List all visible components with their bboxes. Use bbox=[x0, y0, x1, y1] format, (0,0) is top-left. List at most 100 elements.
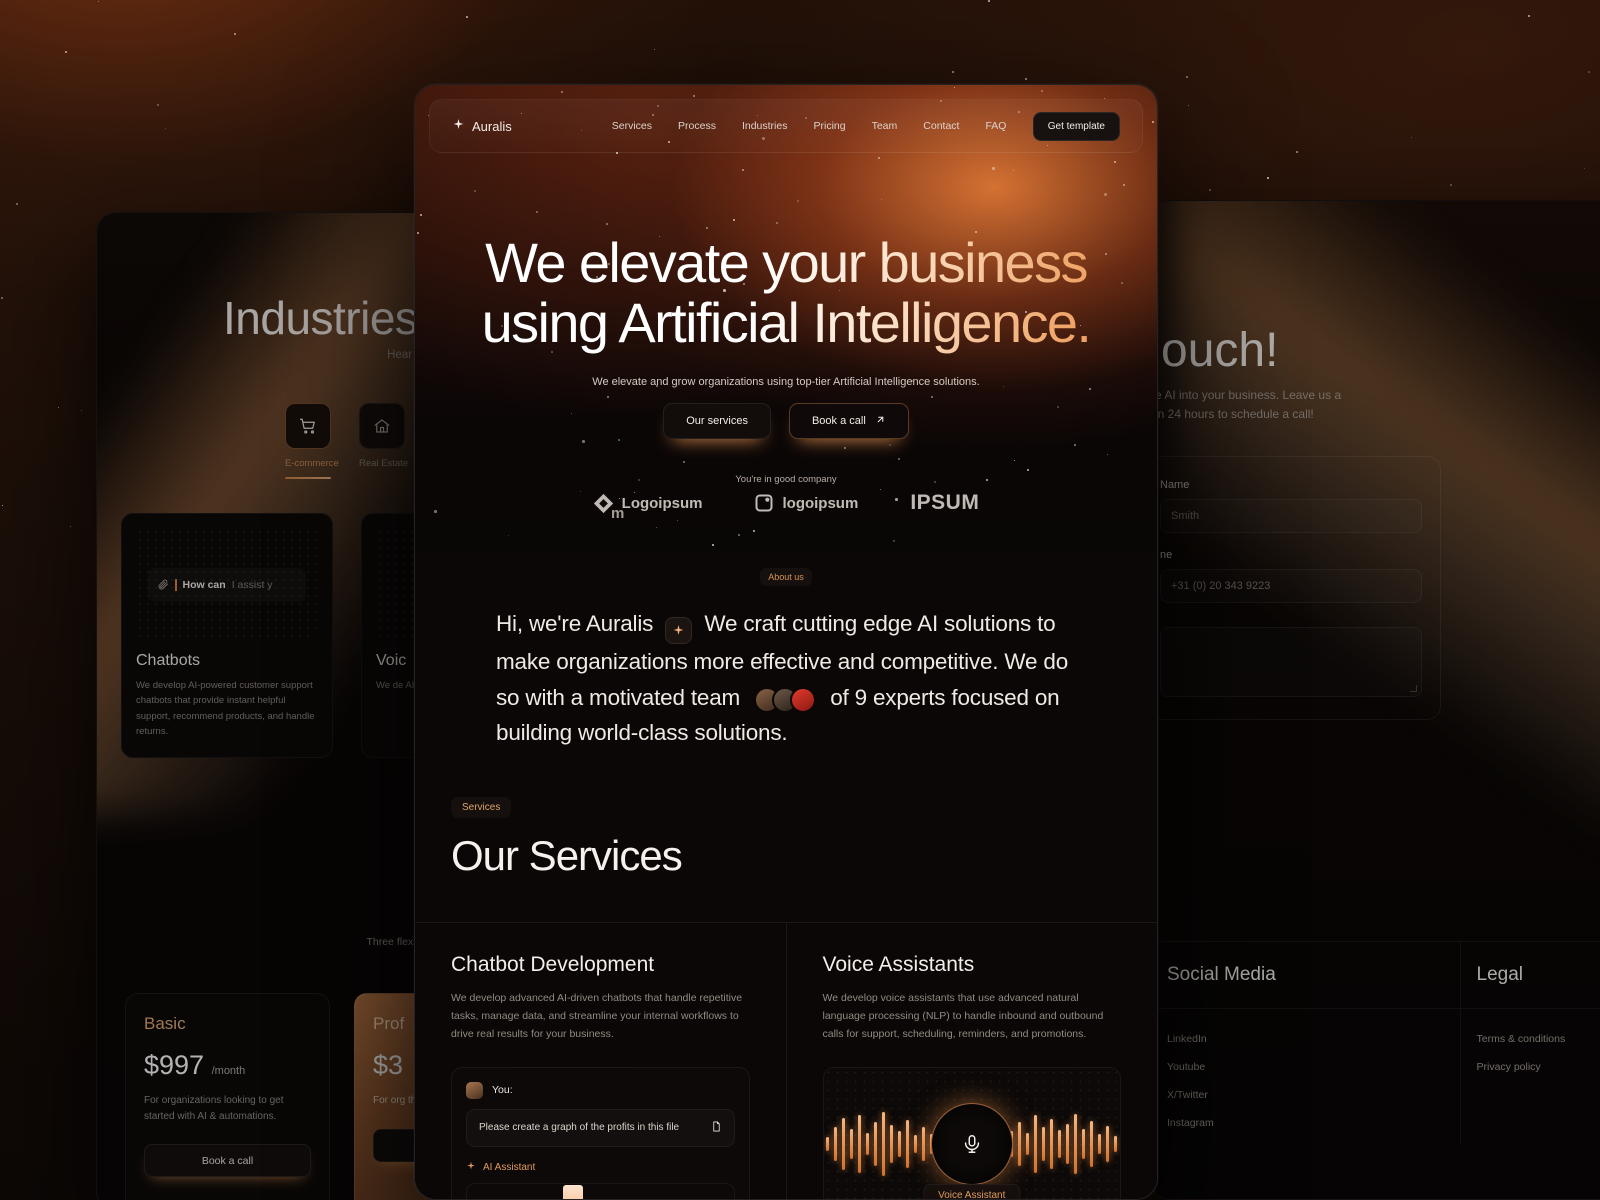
waveform-bar bbox=[1018, 1121, 1022, 1166]
footer-links-row: LinkedIn Youtube X/Twitter Instagram Ter… bbox=[1151, 1008, 1600, 1145]
waveform-bar bbox=[842, 1117, 846, 1170]
voice-assistant-label: Voice Assistant bbox=[923, 1183, 1021, 1199]
logo-label: IPSUM bbox=[910, 491, 980, 514]
footer-link-privacy[interactable]: Privacy policy bbox=[1477, 1061, 1600, 1073]
background-panel-contact: ouch! e AI into your business. Leave us … bbox=[1150, 200, 1600, 1200]
name-field[interactable]: Smith bbox=[1160, 499, 1422, 533]
hero-title-line-2: using Artificial Intelligence. bbox=[481, 291, 1091, 355]
footer-link-twitter[interactable]: X/Twitter bbox=[1167, 1089, 1444, 1101]
chat-ai-label: AI Assistant bbox=[483, 1161, 536, 1173]
nav-link-pricing[interactable]: Pricing bbox=[813, 120, 845, 132]
inactive-tab-underline bbox=[359, 469, 405, 471]
about-paragraph: Hi, we're Auralis We craft cutting edge … bbox=[496, 606, 1076, 751]
service-card-chatbot: Chatbot Development We develop advanced … bbox=[415, 922, 787, 1199]
diamond-logo-icon bbox=[593, 493, 613, 513]
waveform-bar bbox=[1082, 1128, 1086, 1159]
chat-user-row: You: bbox=[452, 1068, 749, 1099]
nav-link-team[interactable]: Team bbox=[872, 120, 898, 132]
waveform-bar bbox=[874, 1121, 878, 1166]
waveform-bar bbox=[834, 1126, 838, 1161]
brand-logo[interactable]: Auralis bbox=[452, 118, 512, 134]
contact-subtitle-line2: in 24 hours to schedule a call! bbox=[1155, 407, 1314, 422]
plan-name: Basic bbox=[144, 1014, 311, 1034]
waveform-bar bbox=[1090, 1120, 1094, 1167]
waveform-bar bbox=[866, 1132, 870, 1155]
book-a-call-button[interactable]: Book a call bbox=[144, 1144, 311, 1177]
industry-tab-label: E-commerce bbox=[285, 458, 339, 469]
our-services-label: Our services bbox=[686, 415, 748, 427]
service-card-voice: Voice Assistants We develop voice assist… bbox=[787, 923, 1158, 1199]
logo-logoipsum-square: logoipsum bbox=[754, 493, 858, 513]
our-services-button[interactable]: Our services bbox=[663, 403, 771, 439]
footer-link-youtube[interactable]: Youtube bbox=[1167, 1061, 1444, 1073]
profit-bar-chart bbox=[466, 1182, 735, 1199]
logo-cloud: Logoipsum logoipsum IPSUM bbox=[415, 491, 1157, 515]
shopping-cart-icon bbox=[285, 403, 331, 449]
plan-price-value: $997 bbox=[144, 1050, 205, 1080]
nav-link-services[interactable]: Services bbox=[612, 120, 652, 132]
logo-label: logoipsum bbox=[782, 494, 859, 512]
hero-cta-group: Our services Book a call bbox=[415, 403, 1157, 439]
waveform-bar bbox=[1034, 1114, 1038, 1173]
left-panel-title: Industries bbox=[223, 292, 418, 344]
resize-handle-icon[interactable] bbox=[1410, 685, 1417, 692]
footer: Social Media Legal LinkedIn Youtube X/Tw… bbox=[1151, 941, 1600, 1145]
service-description: We develop voice assistants that use adv… bbox=[822, 991, 1104, 1040]
waveform-bar bbox=[898, 1130, 902, 1157]
nav-link-faq[interactable]: FAQ bbox=[985, 120, 1006, 132]
footer-column-heading: Social Media bbox=[1167, 964, 1276, 985]
industry-tab-real-estate[interactable]: Real Estate bbox=[359, 403, 408, 479]
contact-subtitle: e AI into your business. Leave us a in 2… bbox=[1155, 386, 1341, 424]
book-a-call-button[interactable]: Book a call bbox=[788, 403, 909, 439]
book-a-call-label: Book a call bbox=[811, 415, 866, 427]
microphone-icon[interactable] bbox=[930, 1102, 1013, 1185]
hero-section: Auralis Services Process Industries Pric… bbox=[415, 85, 1157, 550]
services-grid: Chatbot Development We develop advanced … bbox=[415, 921, 1158, 1199]
service-title: Voice Assistants bbox=[822, 952, 975, 976]
nav-link-contact[interactable]: Contact bbox=[923, 120, 959, 132]
footer-link-instagram[interactable]: Instagram bbox=[1167, 1117, 1444, 1129]
nav-link-industries[interactable]: Industries bbox=[742, 120, 788, 132]
footer-link-linkedin[interactable]: LinkedIn bbox=[1167, 1033, 1444, 1045]
waveform-bar bbox=[1050, 1118, 1054, 1169]
footer-column-social: Social Media bbox=[1151, 942, 1461, 1008]
chat-input-preview: How can I assist y bbox=[148, 568, 306, 602]
logo-label: Logoipsum bbox=[621, 494, 703, 512]
industry-tab-ecommerce[interactable]: E-commerce bbox=[285, 403, 339, 479]
chart-bar bbox=[563, 1184, 584, 1199]
team-avatar-group bbox=[754, 686, 817, 713]
waveform-bar bbox=[1106, 1125, 1110, 1162]
chat-text-typed: How can bbox=[182, 579, 226, 591]
chat-preview: How can I assist y bbox=[136, 528, 318, 638]
waveform-bar bbox=[922, 1126, 926, 1161]
plan-price-period: /month bbox=[211, 1065, 246, 1077]
footer-link-terms[interactable]: Terms & conditions bbox=[1477, 1033, 1600, 1045]
plan-description: For organizations looking to get started… bbox=[144, 1095, 284, 1122]
service-title: Chatbot Development bbox=[451, 952, 655, 976]
services-badge: Services bbox=[451, 796, 512, 818]
brand-name: Auralis bbox=[472, 118, 512, 134]
nav-links: Services Process Industries Pricing Team… bbox=[612, 120, 1007, 132]
sparkle-icon bbox=[452, 118, 465, 134]
waveform-bar bbox=[914, 1134, 918, 1153]
house-icon bbox=[359, 403, 405, 449]
file-icon bbox=[711, 1121, 722, 1135]
chat-message-bubble: Please create a graph of the profits in … bbox=[466, 1108, 735, 1147]
name-field-label: Name bbox=[1160, 479, 1190, 491]
waveform-bar bbox=[906, 1119, 910, 1168]
phone-field[interactable]: +31 (0) 20 343 9223 bbox=[1160, 569, 1422, 603]
page-title: We elevate your business using Artificia… bbox=[415, 233, 1157, 354]
chat-text-ghost: I assist y bbox=[231, 579, 273, 591]
avatar bbox=[790, 686, 817, 713]
hero-subtitle: We elevate and grow organizations using … bbox=[592, 376, 980, 388]
pricing-card-basic: Basic $997 /month For organizations look… bbox=[125, 993, 330, 1200]
logo-logoipsum-diamond: Logoipsum bbox=[593, 493, 703, 514]
chat-user-label: You: bbox=[492, 1084, 513, 1097]
nav-link-process[interactable]: Process bbox=[678, 120, 716, 132]
get-template-button[interactable]: Get template bbox=[1032, 111, 1120, 141]
service-description: We develop advanced AI-driven chatbots t… bbox=[451, 991, 743, 1040]
chat-ai-row: AI Assistant bbox=[452, 1147, 749, 1174]
message-textarea[interactable] bbox=[1160, 627, 1422, 697]
card-description: We develop AI-powered customer support c… bbox=[136, 680, 315, 738]
waveform-bar bbox=[1026, 1132, 1030, 1155]
